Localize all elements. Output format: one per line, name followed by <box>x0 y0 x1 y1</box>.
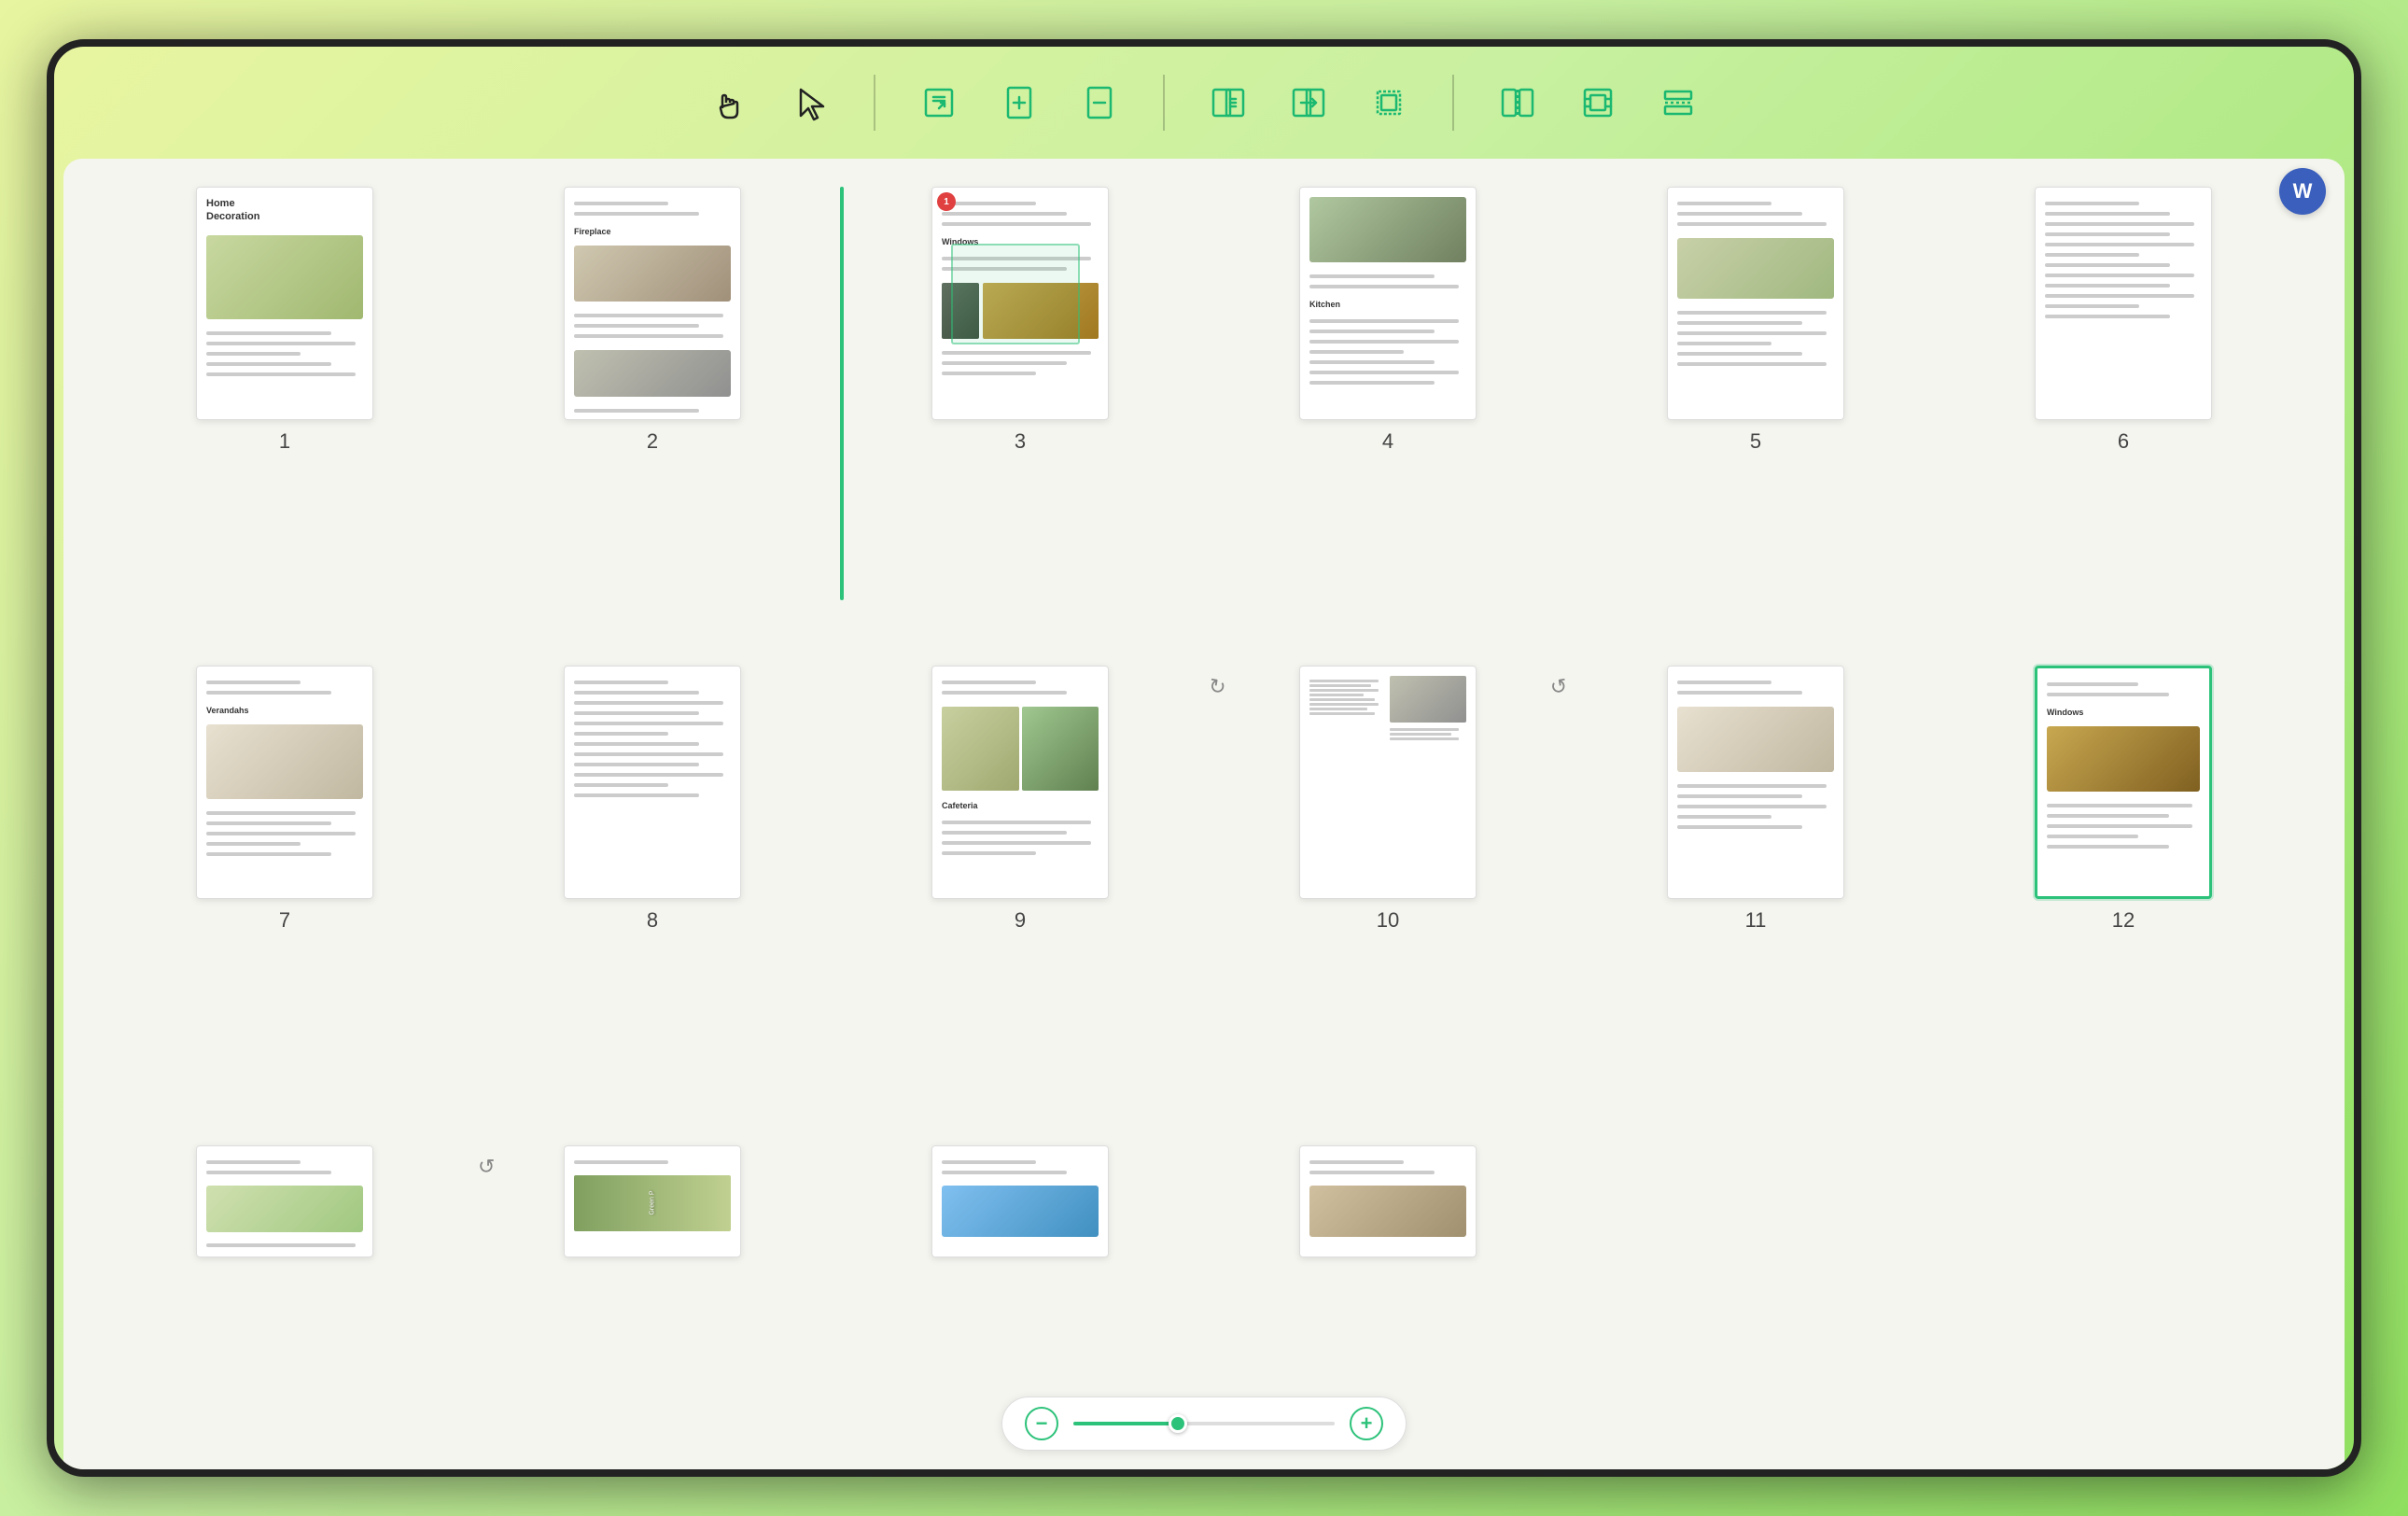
page-number-10: 10 <box>1377 908 1399 933</box>
page-14-text: Green P <box>649 1191 655 1215</box>
page-number-3: 3 <box>1015 429 1026 454</box>
page-container-8: 8 <box>487 666 818 1116</box>
page-number-12: 12 <box>2112 908 2135 933</box>
page-thumb-13[interactable] <box>196 1145 373 1257</box>
page-4-section: Kitchen <box>1309 300 1466 309</box>
link-tool[interactable] <box>913 77 965 129</box>
page-thumb-6[interactable] <box>2035 187 2212 420</box>
add-page-tool[interactable] <box>993 77 1045 129</box>
zoom-slider-fill <box>1073 1422 1178 1425</box>
delete-page-tool[interactable] <box>1073 77 1126 129</box>
replace-tool[interactable] <box>1282 77 1335 129</box>
separator-1 <box>874 75 875 131</box>
page-number-11: 11 <box>1745 908 1767 933</box>
page-thumb-10[interactable] <box>1299 666 1477 899</box>
page-container-13 <box>119 1145 450 1441</box>
page-number-8: 8 <box>647 908 658 933</box>
hand-tool[interactable] <box>704 77 756 129</box>
page-thumb-15[interactable] <box>931 1145 1109 1257</box>
page-container-11: 11 <box>1590 666 1921 1116</box>
page-thumb-14[interactable]: Green P <box>564 1145 741 1257</box>
zoom-slider[interactable] <box>1073 1422 1335 1425</box>
fit-tool[interactable] <box>1572 77 1624 129</box>
page-container-6: 6 <box>1958 187 2289 638</box>
page-container-5: 5 <box>1590 187 1921 638</box>
page-container-9: Cafeteria 9 <box>855 666 1185 1116</box>
page-number-6: 6 <box>2118 429 2129 454</box>
word-icon-label: W <box>2293 179 2313 204</box>
page-7-section: Verandahs <box>206 706 363 715</box>
split-tool[interactable] <box>1491 77 1544 129</box>
zoom-in-button[interactable]: + <box>1350 1407 1383 1440</box>
page-container-7: Verandahs 7 <box>119 666 450 1116</box>
page-thumb-11[interactable] <box>1667 666 1844 899</box>
zoom-slider-thumb[interactable] <box>1169 1414 1187 1433</box>
page-thumb-2[interactable]: Fireplace <box>564 187 741 420</box>
page-thumb-8[interactable] <box>564 666 741 899</box>
page-12-section: Windows <box>2047 708 2200 717</box>
separator-3 <box>1452 75 1454 131</box>
page-number-1: 1 <box>279 429 290 454</box>
toolbar <box>54 47 2354 159</box>
align-tool[interactable] <box>1652 77 1704 129</box>
main-area: W HomeDecoration <box>63 159 2345 1469</box>
device-frame: W HomeDecoration <box>47 39 2361 1477</box>
separator-2 <box>1163 75 1165 131</box>
page-number-5: 5 <box>1750 429 1761 454</box>
page-3-section: Windows <box>942 237 1099 246</box>
crop-tool[interactable] <box>1363 77 1415 129</box>
page-thumb-5[interactable] <box>1667 187 1844 420</box>
extract-tool[interactable] <box>1202 77 1254 129</box>
page-container-12: Windows 12 <box>1958 666 2289 1116</box>
page-thumb-9[interactable]: Cafeteria <box>931 666 1109 899</box>
page-3-badge: 1 <box>937 192 956 211</box>
page-container-14: ↺ Green P <box>487 1145 818 1441</box>
page-container-10: ↺ ↻ <box>1223 666 1553 1116</box>
page-1-lines <box>206 330 363 378</box>
page-number-9: 9 <box>1015 908 1026 933</box>
page-container-3: 1 Windows <box>855 187 1185 638</box>
page-container-1: HomeDecoration 1 <box>119 187 450 638</box>
word-icon[interactable]: W <box>2279 168 2326 215</box>
rotate-arrow-right-10: ↺ <box>1547 674 1569 701</box>
page-number-7: 7 <box>279 908 290 933</box>
page-2-section: Fireplace <box>574 227 731 236</box>
active-indicator <box>840 187 844 600</box>
rotate-arrow-14: ↺ <box>478 1155 495 1179</box>
pages-grid: HomeDecoration 1 <box>63 159 2345 1469</box>
page-number-2: 2 <box>647 429 658 454</box>
page-9-section: Cafeteria <box>942 801 1099 810</box>
page-container-4: Kitchen 4 <box>1223 187 1553 638</box>
zoom-out-button[interactable]: − <box>1025 1407 1058 1440</box>
page-thumb-7[interactable]: Verandahs <box>196 666 373 899</box>
page-thumb-1[interactable]: HomeDecoration <box>196 187 373 420</box>
page-1-title: HomeDecoration <box>206 197 363 224</box>
page-thumb-3[interactable]: 1 Windows <box>931 187 1109 420</box>
page-number-4: 4 <box>1382 429 1393 454</box>
rotate-arrow-left-10: ↻ <box>1207 674 1228 701</box>
page-thumb-12[interactable]: Windows <box>2035 666 2212 899</box>
page-thumb-16[interactable] <box>1299 1145 1477 1257</box>
page-thumb-4[interactable]: Kitchen <box>1299 187 1477 420</box>
zoom-bar: − + <box>1001 1397 1407 1451</box>
page-container-2: Fireplace <box>487 187 818 638</box>
select-tool[interactable] <box>784 77 836 129</box>
